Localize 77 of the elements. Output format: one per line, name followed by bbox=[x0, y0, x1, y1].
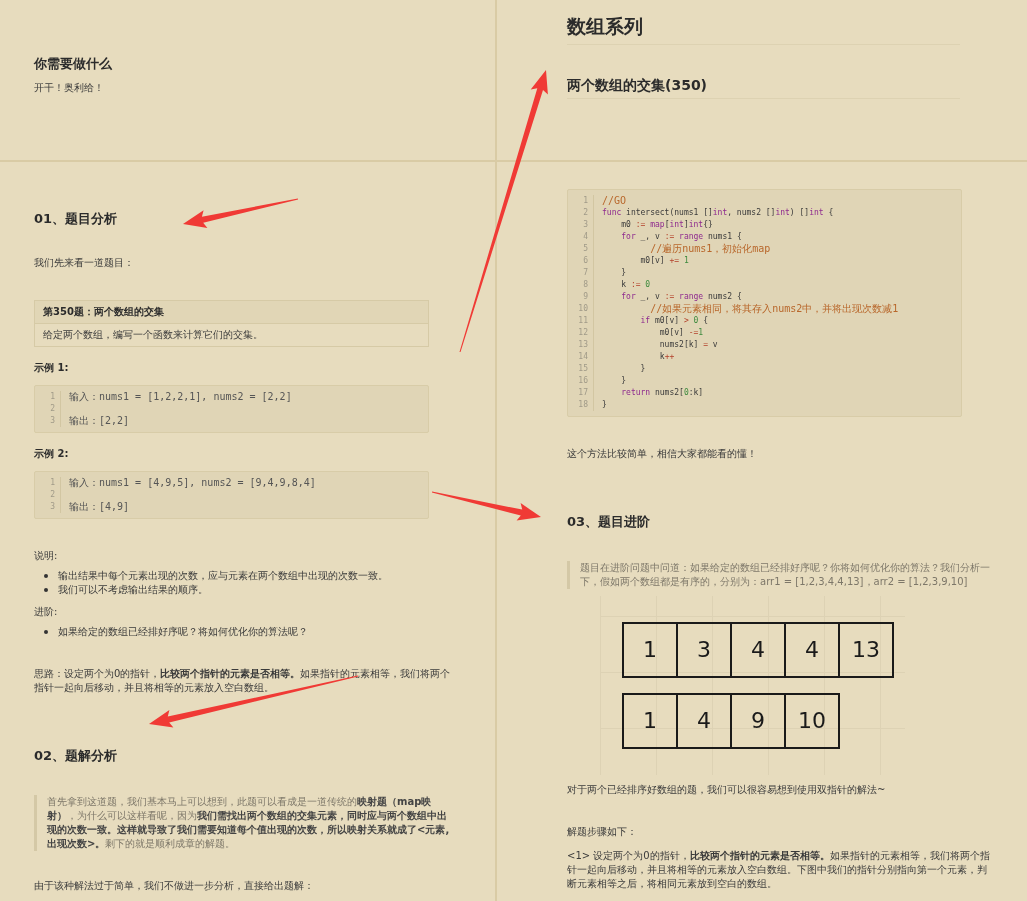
line-number: 7 bbox=[582, 267, 588, 279]
code-line: m0 := map[int]int{} bbox=[620, 219, 713, 231]
line-number: 13 bbox=[577, 339, 588, 351]
page-title: 数组系列 bbox=[567, 13, 960, 45]
code-line: //GO bbox=[602, 193, 627, 208]
array-cell: 13 bbox=[838, 622, 894, 678]
line-number: 16 bbox=[577, 375, 588, 387]
line-number: 11 bbox=[577, 315, 588, 327]
problem-title: 第350题：两个数组的交集 bbox=[35, 301, 428, 324]
heading: 01、题目分析 bbox=[34, 210, 118, 228]
note-label: 进阶: bbox=[34, 605, 59, 619]
paragraph: 解题步骤如下： bbox=[567, 825, 638, 839]
paragraph: 对于两个已经排序好数组的题，我们可以很容易想到使用双指针的解法~ bbox=[567, 783, 887, 797]
line-number: 2 bbox=[49, 403, 55, 415]
code-line: for _, v := range nums1 { bbox=[620, 231, 742, 243]
code-line: } bbox=[620, 267, 627, 279]
problem-text: 给定两个数组，编写一个函数来计算它们的交集。 bbox=[42, 328, 264, 342]
array-cell: 9 bbox=[730, 693, 786, 749]
list-item: 输出结果中每个元素出现的次数，应与元素在两个数组中出现的次数一致。 bbox=[58, 569, 388, 583]
bullet-icon bbox=[44, 588, 48, 592]
array-cell: 4 bbox=[730, 622, 786, 678]
code-line: k++ bbox=[658, 351, 675, 363]
paragraph: 开干！奥利给！ bbox=[34, 81, 105, 95]
code-line: 输出：[2,2] bbox=[69, 414, 130, 428]
note-label: 说明: bbox=[34, 549, 59, 563]
line-number: 10 bbox=[577, 303, 588, 315]
heading: 你需要做什么 bbox=[34, 55, 112, 73]
heading: 03、题目进阶 bbox=[567, 513, 651, 531]
code-line: if m0[v] > 0 { bbox=[639, 315, 708, 327]
code-line: } bbox=[602, 399, 607, 411]
line-number: 6 bbox=[582, 255, 588, 267]
code-line: //如果元素相同，将其存入nums2中，并将出现次数减1 bbox=[649, 301, 899, 316]
blockquote: 题目在进阶问题中问道：如果给定的数组已经排好序呢？你将如何优化你的算法？我们分析一下，假如两个数组都是有序的，分别为：arr1 = [1,2,3,4,4,13]，arr2 = [1,2,3,9,10] bbox=[567, 561, 995, 589]
paragraph: 由于该种解法过于简单，我们不做进一步分析，直接给出题解： bbox=[34, 879, 315, 893]
example-label: 示例 2: bbox=[34, 447, 70, 461]
code-line: m0[v] += 1 bbox=[639, 255, 689, 267]
line-number: 1 bbox=[582, 195, 588, 207]
line-number: 18 bbox=[577, 399, 588, 411]
code-line: } bbox=[639, 363, 646, 375]
bullet-icon bbox=[44, 630, 48, 634]
array-cell: 10 bbox=[784, 693, 840, 749]
bullet-icon bbox=[44, 574, 48, 578]
blockquote: 首先拿到这道题，我们基本马上可以想到，此题可以看成是一道传统的映射题（map映射），为什么可以这样看呢，因为我们需找出两个数组的交集元素，同时应与两个数组中出现的次数一致。这样就导致了我们需要知道每个值出现的次数，所以映射关系就成了<元素,出现次数>。剩下的就是顺利成章的解题。 bbox=[34, 795, 452, 851]
line-number: 2 bbox=[582, 207, 588, 219]
array-cell: 3 bbox=[676, 622, 732, 678]
line-number: 1 bbox=[49, 477, 55, 489]
code-line: func intersect(nums1 []int, nums2 []int) []int { bbox=[602, 207, 834, 219]
section-title: 两个数组的交集(350) bbox=[567, 75, 960, 99]
line-number: 4 bbox=[582, 231, 588, 243]
list-item: 如果给定的数组已经排好序呢？将如何优化你的算法呢？ bbox=[58, 625, 308, 639]
code-line: 输入：nums1 = [1,2,2,1], nums2 = [2,2] bbox=[69, 390, 292, 404]
code-line: 输出：[4,9] bbox=[69, 500, 130, 514]
paragraph: 我们先来看一道题目： bbox=[34, 256, 135, 270]
array-cell: 4 bbox=[676, 693, 732, 749]
line-number: 14 bbox=[577, 351, 588, 363]
array-cell: 4 bbox=[784, 622, 840, 678]
line-number: 5 bbox=[582, 243, 588, 255]
array-cell: 1 bbox=[622, 693, 678, 749]
code-line: //遍历nums1，初始化map bbox=[649, 241, 771, 256]
line-number: 12 bbox=[577, 327, 588, 339]
array-cell: 1 bbox=[622, 622, 678, 678]
line-number: 2 bbox=[49, 489, 55, 501]
list-item: 我们可以不考虑输出结果的顺序。 bbox=[58, 583, 208, 597]
paragraph: 这个方法比较简单，相信大家都能看的懂！ bbox=[567, 447, 758, 461]
line-number: 15 bbox=[577, 363, 588, 375]
heading: 02、题解分析 bbox=[34, 747, 118, 765]
code-line: m0[v] -=1 bbox=[658, 327, 704, 339]
code-line: for _, v := range nums2 { bbox=[620, 291, 742, 303]
code-line: 输入：nums1 = [4,9,5], nums2 = [9,4,9,8,4] bbox=[69, 476, 316, 490]
code-line: return nums2[0:k] bbox=[620, 387, 704, 399]
paragraph: <1> 设定两个为0的指针，比较两个指针的元素是否相等。如果指针的元素相等，我们将两个指针一起向后移动，并且将相等的元素放入空白数组。下图中我们的指针分别指向第一个元素，判断元素相等之后，将相同元素放到空白的数组。 bbox=[567, 849, 991, 891]
line-number: 1 bbox=[49, 391, 55, 403]
code-line: } bbox=[620, 375, 627, 387]
line-number: 17 bbox=[577, 387, 588, 399]
code-line: nums2[k] = v bbox=[658, 339, 718, 351]
example-label: 示例 1: bbox=[34, 361, 70, 375]
code-line: k := 0 bbox=[620, 279, 651, 291]
